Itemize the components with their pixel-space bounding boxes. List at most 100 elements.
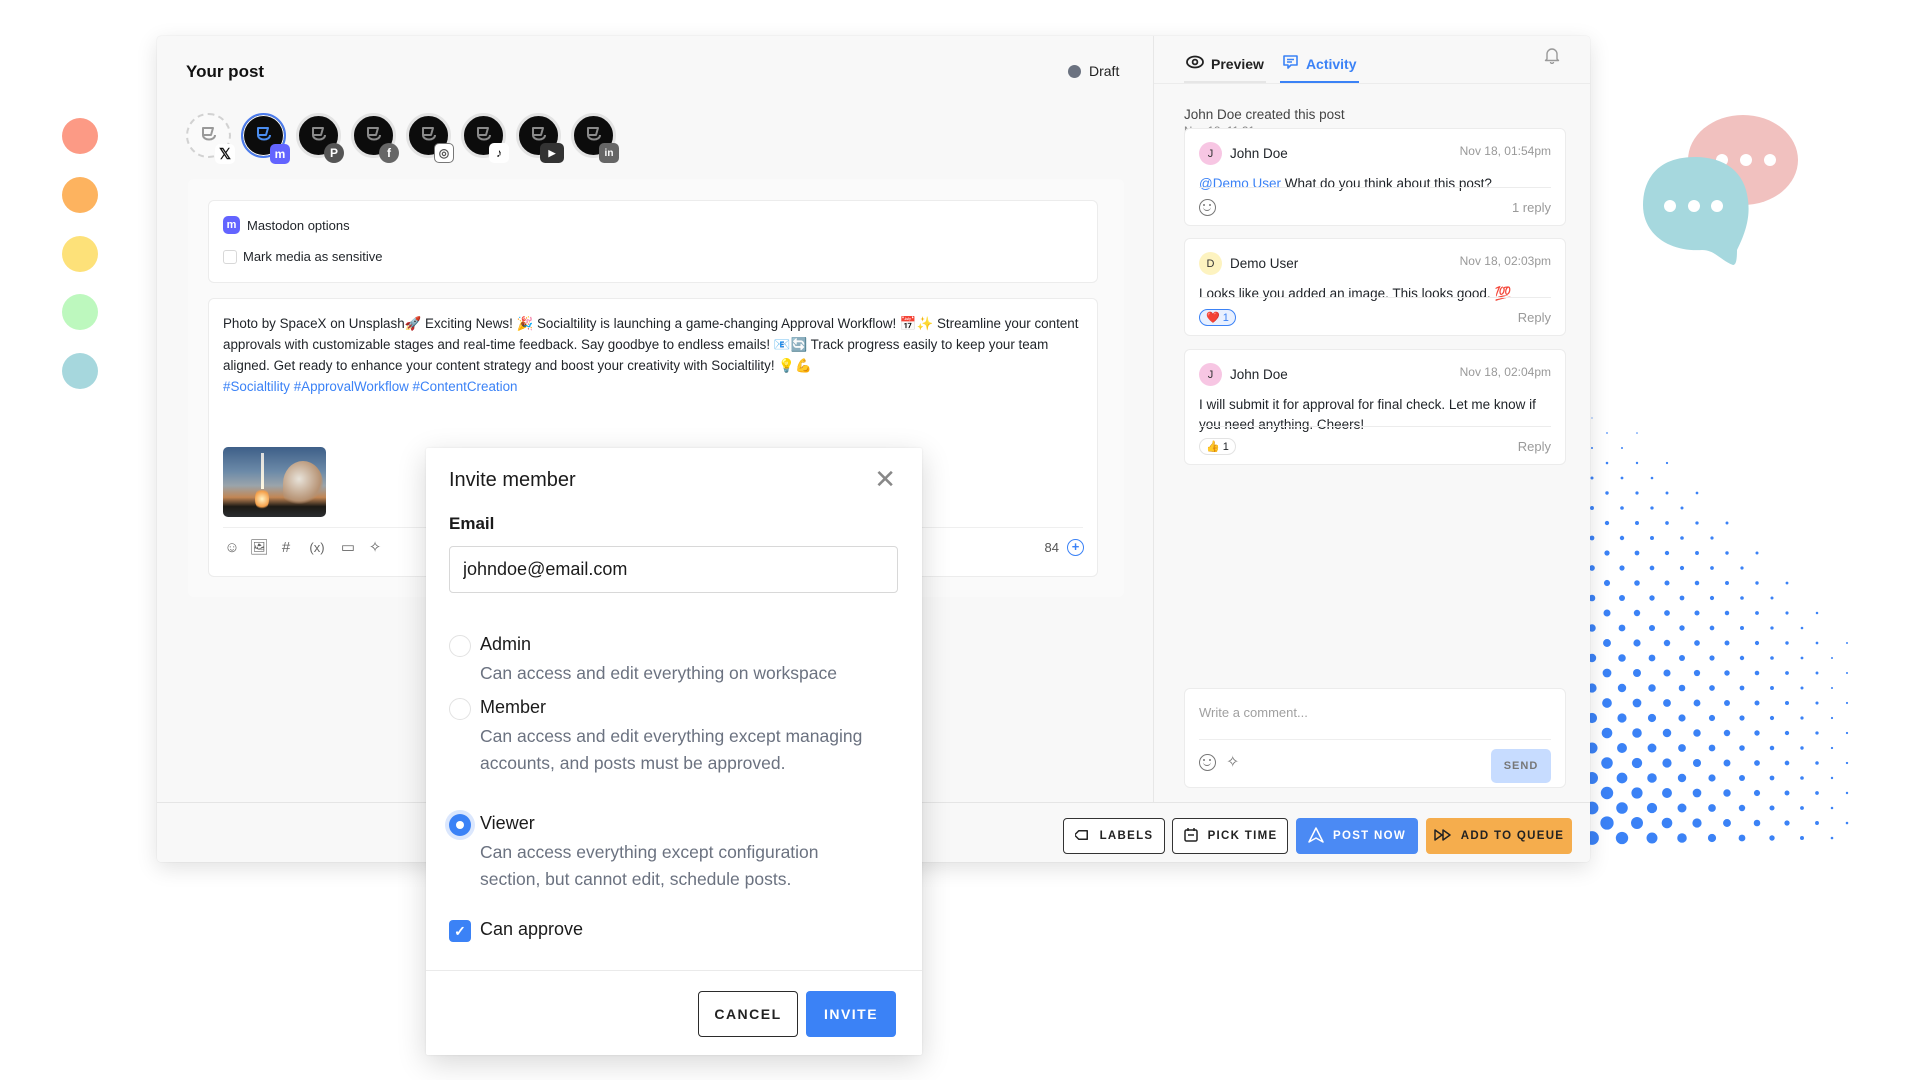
pattern-dot (1695, 491, 1699, 495)
pattern-dot (1800, 626, 1804, 630)
sensitive-media-label: Mark media as sensitive (243, 249, 383, 264)
pattern-dot (1589, 565, 1595, 571)
ai-sparkle-icon[interactable]: ✧ (1226, 752, 1239, 772)
pattern-dot (1663, 669, 1671, 677)
pattern-dot (1600, 816, 1614, 830)
comment-author: Demo User (1230, 256, 1299, 271)
pick-time-label: PICK TIME (1207, 830, 1278, 842)
pattern-dot (1693, 669, 1701, 677)
activity-panel: Preview Activity John Doe created this p… (1153, 36, 1590, 802)
page-title: Your post (186, 62, 265, 81)
send-button[interactable]: SEND (1491, 749, 1551, 783)
eye-icon (1186, 55, 1204, 72)
pattern-dot (1845, 821, 1849, 825)
pattern-dot (1815, 821, 1819, 825)
status-dot-icon (1068, 64, 1081, 78)
attached-image[interactable] (223, 447, 326, 517)
reaction-pill[interactable]: 👍 1 (1199, 438, 1236, 455)
comment-input[interactable]: Write a comment... (1199, 705, 1308, 720)
pattern-dot (1605, 461, 1609, 465)
pattern-dot (1619, 595, 1625, 601)
pattern-dot (1815, 671, 1819, 675)
decor-dot-orange (62, 177, 98, 213)
emoji-icon[interactable] (1199, 753, 1216, 771)
email-field[interactable] (449, 546, 898, 593)
pattern-dot (1677, 773, 1687, 783)
admin-label: Admin (480, 634, 532, 654)
account-avatar-youtube[interactable]: ▶ (516, 113, 564, 163)
pattern-dot (1815, 701, 1819, 705)
pattern-dot (1618, 624, 1626, 632)
pattern-dot (1769, 775, 1775, 781)
pattern-dot (1605, 491, 1609, 495)
mention-link[interactable]: @Demo User (1199, 176, 1281, 191)
pattern-dot (1679, 655, 1685, 661)
can-approve-checkbox[interactable]: ✓ (449, 920, 471, 942)
comment-time: Nov 18, 02:04pm (1459, 365, 1551, 379)
decor-dot-coral (62, 118, 98, 154)
pattern-dot (1621, 447, 1623, 449)
pattern-dot (1632, 728, 1642, 738)
pattern-dot (1769, 805, 1775, 811)
add-thread-icon[interactable]: + (1067, 539, 1084, 556)
mastodon-icon: m (270, 144, 290, 164)
pattern-dot (1831, 657, 1833, 659)
post-now-label: POST NOW (1332, 830, 1406, 842)
pattern-dot (1815, 611, 1819, 615)
pattern-dot (1708, 774, 1716, 782)
pattern-dot (1631, 757, 1643, 769)
bell-icon[interactable] (1544, 46, 1560, 69)
pattern-dot (1646, 802, 1658, 814)
account-avatar-linkedin[interactable]: in (571, 113, 619, 163)
viewer-radio[interactable] (449, 814, 471, 836)
post-now-button[interactable]: POST NOW (1296, 818, 1418, 854)
image-icon[interactable]: 🖼 (249, 538, 268, 556)
emoji-icon[interactable]: ☺ (223, 539, 241, 556)
pattern-dot (1678, 744, 1686, 752)
ai-sparkle-icon[interactable]: ✧ (366, 538, 384, 556)
add-reaction-icon[interactable] (1199, 199, 1216, 216)
member-radio[interactable] (449, 698, 471, 720)
pattern-dot (1604, 520, 1610, 526)
account-avatar-tiktok[interactable]: ♪ (461, 113, 509, 163)
post-hashtags[interactable]: #Socialtility #ApprovalWorkflow #Content… (223, 379, 518, 394)
tab-preview[interactable]: Preview (1184, 46, 1266, 83)
pattern-dot (1664, 610, 1670, 616)
tab-preview-label: Preview (1211, 55, 1264, 72)
account-avatar-mastodon[interactable]: m (241, 113, 290, 164)
facebook-icon: f (379, 143, 399, 163)
invite-button[interactable]: INVITE (806, 991, 896, 1037)
reply-link[interactable]: Reply (1518, 439, 1551, 454)
account-avatar-facebook[interactable]: f (351, 113, 399, 163)
pattern-dot (1590, 446, 1594, 450)
post-text[interactable]: Photo by SpaceX on Unsplash🚀 Exciting Ne… (223, 313, 1083, 397)
variable-icon[interactable]: (x) (304, 540, 330, 555)
sensitive-media-checkbox[interactable] (223, 249, 237, 264)
chat-bubbles-decor-icon (1643, 115, 1798, 265)
account-avatar-x[interactable]: 𝕏 (186, 113, 235, 164)
reply-link[interactable]: Reply (1518, 310, 1551, 325)
admin-radio[interactable] (449, 635, 471, 657)
reaction-pill[interactable]: ❤️ 1 (1199, 309, 1236, 326)
pattern-dot (1649, 595, 1655, 601)
tag-icon (1073, 827, 1091, 846)
snippet-icon[interactable]: ▭ (339, 538, 357, 556)
close-icon[interactable]: ✕ (874, 466, 896, 492)
account-avatar-instagram[interactable]: ◎ (406, 113, 454, 163)
pattern-dot (1617, 743, 1627, 753)
pattern-dot (1845, 731, 1849, 735)
labels-button[interactable]: LABELS (1063, 818, 1165, 854)
pattern-dot (1724, 610, 1730, 616)
tab-activity[interactable]: Activity (1279, 46, 1359, 83)
pattern-dot (1603, 639, 1611, 647)
add-to-queue-button[interactable]: ADD TO QUEUE (1426, 818, 1572, 854)
pick-time-button[interactable]: PICK TIME (1172, 818, 1288, 854)
pattern-dot (1785, 671, 1789, 675)
hashtag-icon[interactable]: # (277, 539, 295, 556)
pattern-dot (1723, 729, 1731, 737)
account-avatar-pinterest[interactable]: P (296, 113, 344, 163)
cancel-button[interactable]: CANCEL (698, 991, 798, 1037)
pattern-dot (1664, 580, 1670, 586)
reply-link[interactable]: 1 reply (1512, 200, 1551, 215)
tab-activity-label: Activity (1305, 55, 1357, 72)
